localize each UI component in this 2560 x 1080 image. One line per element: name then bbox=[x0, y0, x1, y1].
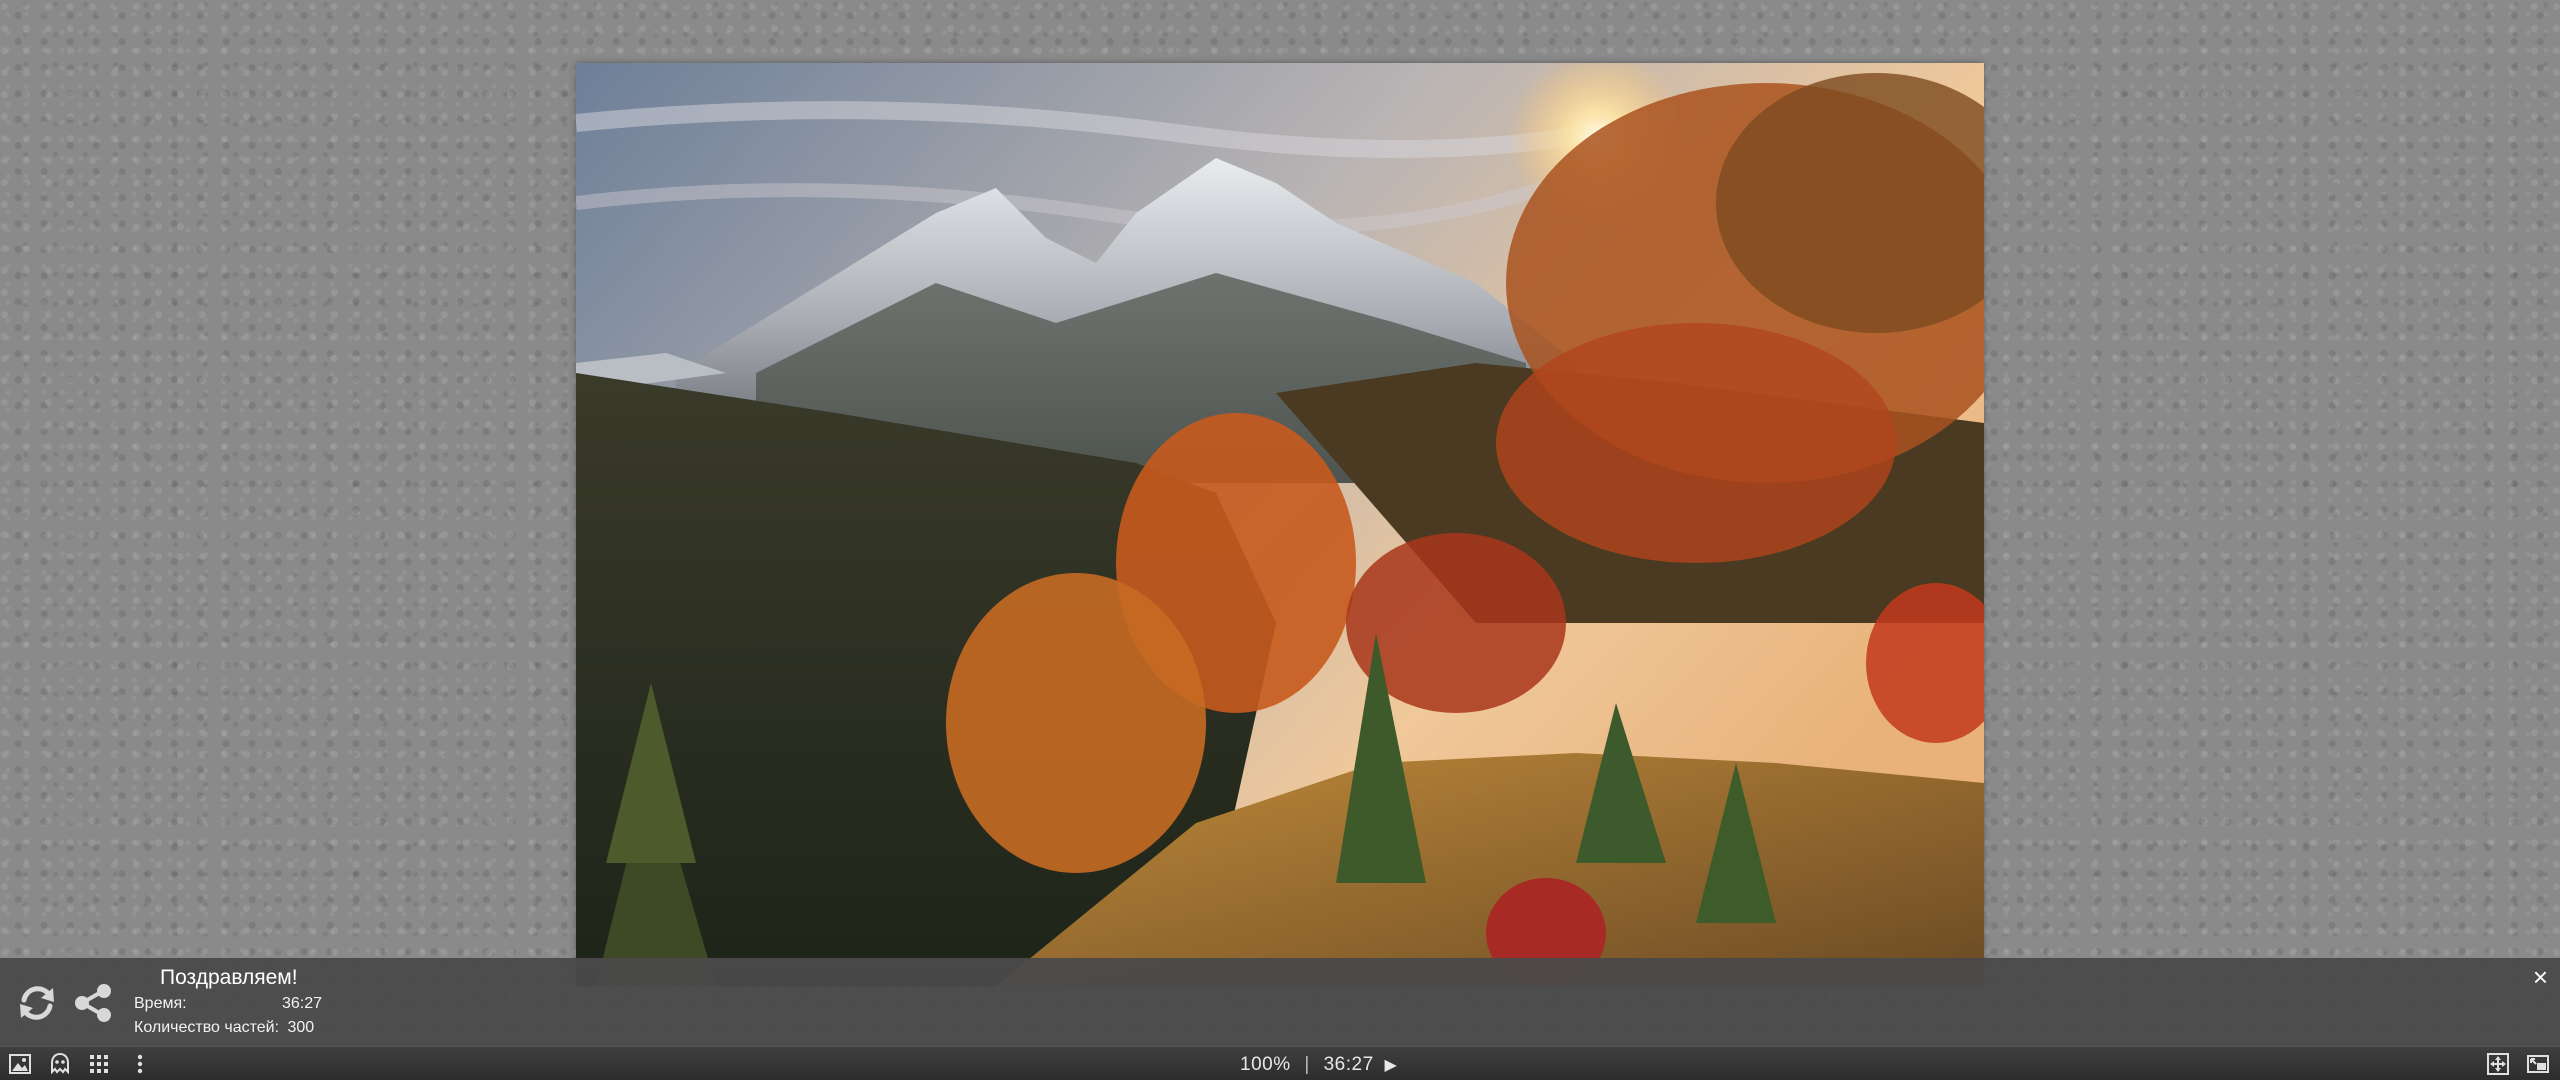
replay-button[interactable] bbox=[14, 980, 60, 1026]
pieces-stat: Количество частей: 300 bbox=[134, 1019, 314, 1037]
share-button[interactable] bbox=[70, 980, 116, 1026]
puzzle-image bbox=[576, 63, 1984, 986]
time-value: 36:27 bbox=[282, 995, 323, 1012]
pieces-label: Количество частей: bbox=[134, 1019, 280, 1036]
status-separator: | bbox=[1304, 1054, 1310, 1075]
zoom-level: 100% bbox=[1240, 1054, 1291, 1075]
pieces-value: 300 bbox=[287, 1019, 315, 1036]
window-icon[interactable] bbox=[2526, 1052, 2550, 1076]
bottom-toolbar: 100% | 36:27 ▶ bbox=[0, 1046, 2560, 1080]
piece-grid-icon[interactable] bbox=[87, 1052, 111, 1076]
share-icon bbox=[75, 984, 111, 1022]
refresh-icon bbox=[20, 986, 54, 1020]
congrats-panel: Поздравляем! Время: 36:27 Количество час… bbox=[0, 958, 2560, 1046]
fullscreen-icon[interactable] bbox=[2486, 1052, 2510, 1076]
status-readout: 100% | 36:27 ▶ bbox=[1240, 1054, 1397, 1076]
time-label: Время: bbox=[134, 995, 187, 1012]
autumn-mountain-landscape bbox=[576, 63, 1984, 986]
time-stat: Время: 36:27 bbox=[134, 995, 322, 1013]
play-icon[interactable]: ▶ bbox=[1384, 1055, 1397, 1075]
timer: 36:27 bbox=[1323, 1054, 1374, 1075]
ghost-image-icon[interactable] bbox=[48, 1052, 72, 1076]
image-preview-icon[interactable] bbox=[8, 1052, 32, 1076]
more-menu-icon[interactable] bbox=[128, 1052, 152, 1076]
close-icon[interactable]: × bbox=[2533, 964, 2548, 990]
congrats-title: Поздравляем! bbox=[160, 966, 298, 989]
